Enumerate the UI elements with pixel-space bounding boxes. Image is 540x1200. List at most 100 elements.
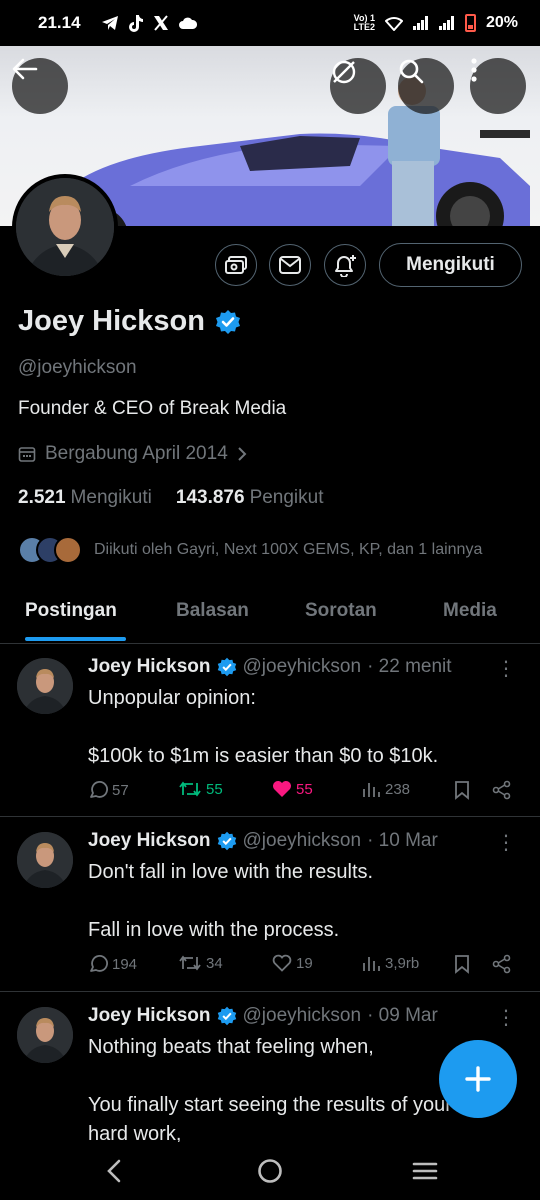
followers-stat[interactable]: 143.876 Pengikut — [176, 487, 324, 509]
status-bar: 21.14 Vo) 1 LTE2 20% — [0, 0, 540, 46]
tweet[interactable]: Joey Hickson @joeyhickson · 22 menit ⋮ U… — [0, 644, 540, 817]
back-button[interactable] — [12, 58, 68, 114]
more-button[interactable] — [470, 58, 526, 114]
tweet-actions: 194 34 19 3,9rb — [88, 954, 518, 978]
views-button[interactable]: 3,9rb — [361, 954, 419, 972]
back-nav-icon[interactable] — [104, 1159, 124, 1183]
tweet-header: Joey Hickson @joeyhickson · 10 Mar — [88, 830, 438, 852]
retweet-icon — [179, 781, 201, 797]
signal-1-icon — [412, 16, 428, 30]
grok-button[interactable] — [330, 58, 386, 114]
avatar[interactable] — [17, 1007, 73, 1063]
grok-icon — [332, 60, 356, 84]
signal-2-icon — [438, 16, 454, 30]
views-button[interactable]: 238 — [361, 780, 410, 798]
tab-balasan[interactable]: Balasan — [176, 600, 249, 622]
joined-date[interactable]: Bergabung April 2014 — [18, 443, 247, 465]
retweet-button[interactable]: 55 — [178, 780, 223, 798]
avatar — [54, 536, 82, 564]
calendar-icon — [18, 447, 36, 462]
tweet-header: Joey Hickson @joeyhickson · 09 Mar — [88, 1005, 438, 1027]
bookmark-icon — [455, 955, 469, 974]
tweet-text: Unpopular opinion: $100k to $1m is easie… — [88, 687, 439, 767]
tweet-author-name[interactable]: Joey Hickson — [88, 656, 211, 678]
active-tab-indicator — [25, 637, 126, 641]
compose-button[interactable] — [439, 1040, 517, 1118]
profile-name: Joey Hickson — [18, 305, 241, 338]
tiktok-icon — [128, 14, 143, 32]
x-logo-icon — [153, 15, 168, 31]
bookmark-button[interactable] — [454, 780, 470, 800]
message-button[interactable] — [269, 244, 311, 286]
chevron-right-icon — [238, 447, 247, 461]
search-button[interactable] — [398, 58, 454, 114]
share-icon — [492, 954, 511, 974]
tweet-handle: @joeyhickson — [242, 830, 362, 851]
reply-button[interactable]: 194 — [88, 954, 137, 974]
share-button[interactable] — [492, 954, 512, 974]
tweet-author-name[interactable]: Joey Hickson — [88, 1005, 211, 1027]
tweet-handle: @joeyhickson — [242, 656, 362, 677]
verified-badge-icon — [217, 657, 236, 677]
subscription-icon — [225, 256, 247, 274]
tweet[interactable]: Joey Hickson @joeyhickson · 10 Mar ⋮ Don… — [0, 818, 540, 992]
wifi-icon — [384, 16, 403, 31]
retweet-button[interactable]: 34 — [178, 954, 223, 972]
tweet-more-icon[interactable]: ⋮ — [496, 656, 516, 681]
avatar — [16, 178, 114, 276]
reply-icon — [90, 955, 108, 972]
more-vertical-icon — [471, 58, 477, 82]
profile-stats: 2.521 Mengikuti 143.876 Pengikut — [18, 487, 324, 509]
like-button[interactable]: 19 — [272, 954, 313, 972]
system-nav-bar — [0, 1142, 540, 1200]
following-button[interactable]: Mengikuti — [379, 243, 522, 287]
battery-level: 20% — [485, 14, 518, 31]
joined-text: Bergabung April 2014 — [45, 443, 228, 464]
tweet-time: · 22 menit — [367, 656, 452, 677]
bookmark-button[interactable] — [454, 954, 470, 974]
heart-filled-icon — [273, 781, 291, 797]
followed-by-text: Diikuti oleh Gayri, Next 100X GEMS, KP, … — [94, 541, 483, 558]
tweet-text: Don't fall in love with the results. Fal… — [88, 861, 374, 941]
heart-icon — [272, 954, 292, 972]
carrier-label: Vo) 1 LTE2 — [353, 13, 375, 32]
verified-badge-icon — [217, 1006, 236, 1026]
views-chart-icon — [363, 783, 380, 797]
notification-icons — [101, 14, 197, 32]
views-chart-icon — [363, 957, 380, 971]
profile-bio: Founder & CEO of Break Media — [18, 398, 287, 419]
tweet-more-icon[interactable]: ⋮ — [496, 830, 516, 855]
retweet-icon — [179, 955, 201, 971]
share-button[interactable] — [492, 780, 512, 800]
cloud-icon — [178, 17, 197, 29]
following-stat[interactable]: 2.521 Mengikuti — [18, 487, 152, 509]
tweet-actions: 57 55 55 238 — [88, 780, 518, 804]
tab-sorotan[interactable]: Sorotan — [305, 600, 377, 622]
verified-badge-icon — [217, 831, 236, 851]
tweet-author-name[interactable]: Joey Hickson — [88, 830, 211, 852]
arrow-left-icon — [12, 58, 38, 80]
search-icon — [399, 59, 424, 84]
reply-icon — [90, 781, 108, 798]
plus-icon — [465, 1066, 491, 1092]
followed-by[interactable]: Diikuti oleh Gayri, Next 100X GEMS, KP, … — [18, 536, 482, 564]
tweet-header: Joey Hickson @joeyhickson · 22 menit — [88, 656, 452, 678]
tab-postingan[interactable]: Postingan — [25, 600, 117, 622]
reply-button[interactable]: 57 — [88, 780, 129, 800]
envelope-icon — [279, 256, 301, 274]
avatar[interactable] — [17, 832, 73, 888]
tweet-handle: @joeyhickson — [242, 1005, 362, 1026]
notifications-button[interactable] — [324, 244, 366, 286]
like-button[interactable]: 55 — [272, 780, 313, 798]
profile-name-text: Joey Hickson — [18, 305, 205, 337]
home-nav-icon[interactable] — [257, 1158, 283, 1184]
battery-icon — [464, 14, 476, 32]
subscribe-button[interactable] — [215, 244, 257, 286]
verified-badge-icon[interactable] — [215, 309, 241, 335]
bookmark-icon — [455, 781, 469, 800]
recents-nav-icon[interactable] — [412, 1161, 438, 1181]
tab-media[interactable]: Media — [443, 600, 497, 622]
avatar[interactable] — [17, 658, 73, 714]
profile-avatar[interactable] — [12, 174, 118, 280]
tweet-more-icon[interactable]: ⋮ — [496, 1005, 516, 1030]
